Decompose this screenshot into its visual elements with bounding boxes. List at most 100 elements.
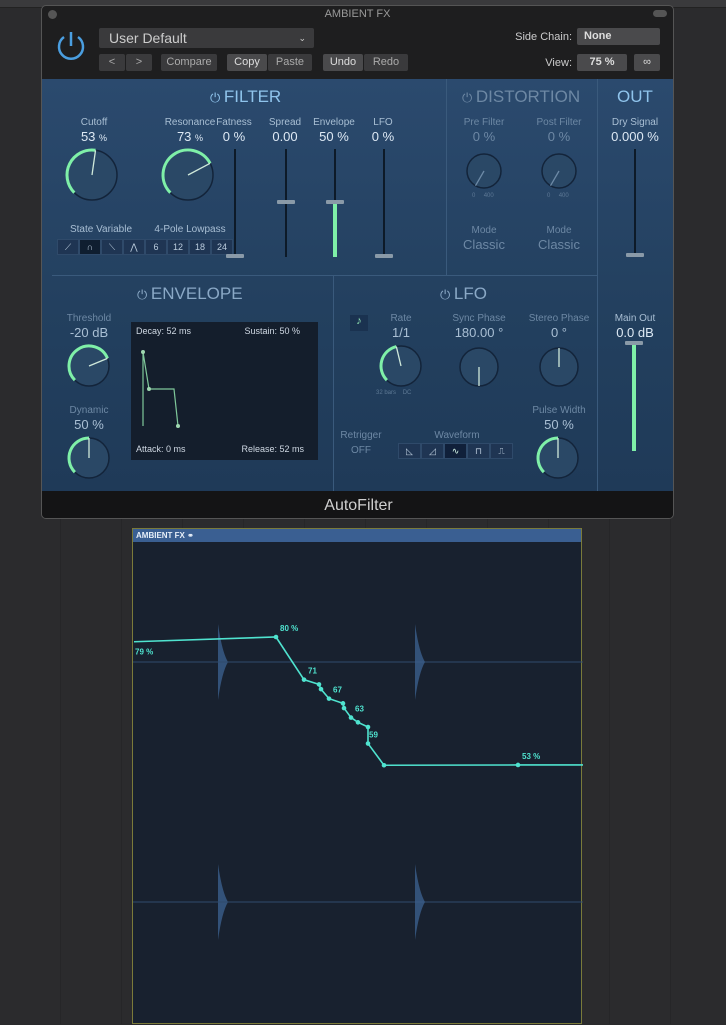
envelope-fill	[333, 203, 337, 257]
triangle-wave-icon[interactable]: ∿	[444, 443, 467, 459]
waveform-label: Waveform	[434, 430, 480, 441]
window-toggle[interactable]	[653, 10, 667, 17]
automation-value-label: 79 %	[135, 648, 153, 657]
next-preset-button[interactable]: >	[126, 54, 152, 71]
threshold-label: Threshold	[66, 313, 112, 324]
link-icon[interactable]: ∞	[634, 54, 660, 71]
redo-button[interactable]: Redo	[364, 54, 408, 71]
power-icon[interactable]	[55, 28, 87, 62]
compare-button[interactable]: Compare	[161, 54, 217, 71]
automation-point[interactable]	[273, 634, 279, 640]
dry-signal-slider[interactable]	[634, 149, 636, 257]
stereo-phase-label: Stereo Phase	[528, 313, 590, 324]
lfo-value: 0 %	[371, 129, 395, 144]
dry-signal-handle[interactable]	[626, 253, 644, 257]
automation-value-label: 71	[308, 667, 317, 676]
post-filter-label: Post Filter	[536, 117, 582, 128]
stereo-phase-value: 0 °	[550, 325, 568, 340]
saw-down-icon[interactable]: ◺	[398, 443, 421, 459]
pre-filter-knob[interactable]	[464, 151, 504, 196]
threshold-knob[interactable]	[66, 343, 112, 394]
automation-point[interactable]	[318, 686, 324, 692]
chevron-down-icon: ⌄	[298, 33, 306, 43]
post-filter-range: 0 400	[547, 193, 569, 199]
side-chain-dropdown[interactable]: None	[577, 28, 660, 45]
retrigger-label: Retrigger	[340, 430, 382, 441]
automation-point[interactable]	[365, 724, 371, 730]
dynamic-knob[interactable]	[66, 435, 112, 486]
undo-button[interactable]: Undo	[323, 54, 363, 71]
automation-point[interactable]	[348, 715, 354, 720]
audio-region[interactable]: AMBIENT FX ⚭ 79 % 80 % 71 67 63 59 53 %	[132, 528, 583, 1025]
automation-point[interactable]	[316, 682, 322, 687]
audio-transient	[415, 864, 425, 940]
pulse-width-knob[interactable]	[535, 435, 581, 486]
peak-icon[interactable]: ⋀	[123, 239, 145, 255]
envelope-power-icon[interactable]: ⏻	[137, 287, 151, 302]
square-wave-icon[interactable]: ⊓	[467, 443, 490, 459]
paste-button[interactable]: Paste	[268, 54, 312, 71]
sync-phase-knob[interactable]	[457, 345, 501, 394]
filter-mode-label: State Variable	[69, 224, 133, 235]
stereo-phase-knob[interactable]	[537, 345, 581, 394]
distortion-power-icon[interactable]: ⏻	[462, 90, 476, 105]
lowpass-icon[interactable]: ⟍	[101, 239, 123, 255]
cutoff-knob[interactable]	[64, 147, 120, 208]
slope-24-button[interactable]: 24	[211, 239, 233, 255]
automation-point[interactable]	[341, 705, 347, 711]
fatness-handle[interactable]	[226, 254, 244, 258]
saw-up-icon[interactable]: ◿	[421, 443, 444, 459]
distortion-mode-2-dropdown[interactable]: Classic	[524, 237, 594, 252]
side-chain-value: None	[584, 30, 612, 42]
plugin-name: AutoFilter	[42, 491, 673, 518]
dry-signal-label: Dry Signal	[611, 117, 659, 128]
bandpass-icon[interactable]: ∩	[79, 239, 101, 255]
pre-filter-label: Pre Filter	[463, 117, 505, 128]
distortion-title: ⏻ DISTORTION	[462, 87, 581, 106]
automation-lane[interactable]: 79 % 80 % 71 67 63 59 53 %	[133, 529, 583, 1025]
distortion-mode-1-dropdown[interactable]: Classic	[449, 237, 519, 252]
slope-18-button[interactable]: 18	[189, 239, 211, 255]
main-out-slider[interactable]	[632, 343, 636, 451]
rate-value: 1/1	[391, 325, 411, 340]
rate-knob[interactable]	[378, 343, 424, 394]
highpass-icon[interactable]: ⟋	[57, 239, 79, 255]
automation-line[interactable]	[133, 636, 583, 767]
slope-12-button[interactable]: 12	[167, 239, 189, 255]
envelope-handle[interactable]	[326, 200, 344, 204]
envelope-curve[interactable]	[131, 322, 318, 460]
window-title: AMBIENT FX	[324, 8, 391, 20]
plugin-window: AMBIENT FX User Default ⌄ < > Compare Cop…	[41, 5, 674, 519]
waveform-buttons: ◺ ◿ ∿ ⊓ ⎍	[398, 443, 513, 459]
automation-point[interactable]	[340, 701, 346, 706]
fatness-slider[interactable]	[234, 149, 236, 257]
automation-point[interactable]	[326, 696, 332, 701]
retrigger-toggle[interactable]: OFF	[326, 445, 396, 456]
lfo-handle[interactable]	[375, 254, 393, 258]
automation-value-label: 59	[369, 731, 378, 740]
automation-point[interactable]	[381, 762, 387, 768]
main-out-value: 0.0 dB	[616, 325, 654, 340]
spread-handle[interactable]	[277, 200, 295, 204]
lfo-slider[interactable]	[383, 149, 385, 257]
filter-power-icon[interactable]: ⏻	[210, 90, 224, 105]
resonance-knob[interactable]	[160, 147, 216, 208]
view-label: View:	[545, 57, 572, 69]
pre-filter-value: 0 %	[472, 129, 496, 144]
automation-point[interactable]	[365, 741, 371, 746]
automation-point[interactable]	[301, 677, 307, 682]
preset-dropdown[interactable]: User Default ⌄	[99, 28, 314, 48]
random-wave-icon[interactable]: ⎍	[490, 443, 513, 459]
distortion-mode-label-2: Mode	[546, 225, 572, 236]
envelope-display[interactable]: Decay: 52 ms Sustain: 50 % Attack: 0 ms …	[131, 322, 318, 460]
automation-point[interactable]	[515, 762, 521, 768]
main-out-handle[interactable]	[625, 341, 643, 345]
copy-button[interactable]: Copy	[227, 54, 267, 71]
lfo-power-icon[interactable]: ⏻	[440, 287, 454, 302]
view-zoom-dropdown[interactable]: 75 %	[577, 54, 627, 71]
automation-point[interactable]	[355, 720, 361, 725]
post-filter-knob[interactable]	[539, 151, 579, 196]
automation-value-label: 80 %	[280, 624, 298, 633]
prev-preset-button[interactable]: <	[99, 54, 125, 71]
slope-6-button[interactable]: 6	[145, 239, 167, 255]
